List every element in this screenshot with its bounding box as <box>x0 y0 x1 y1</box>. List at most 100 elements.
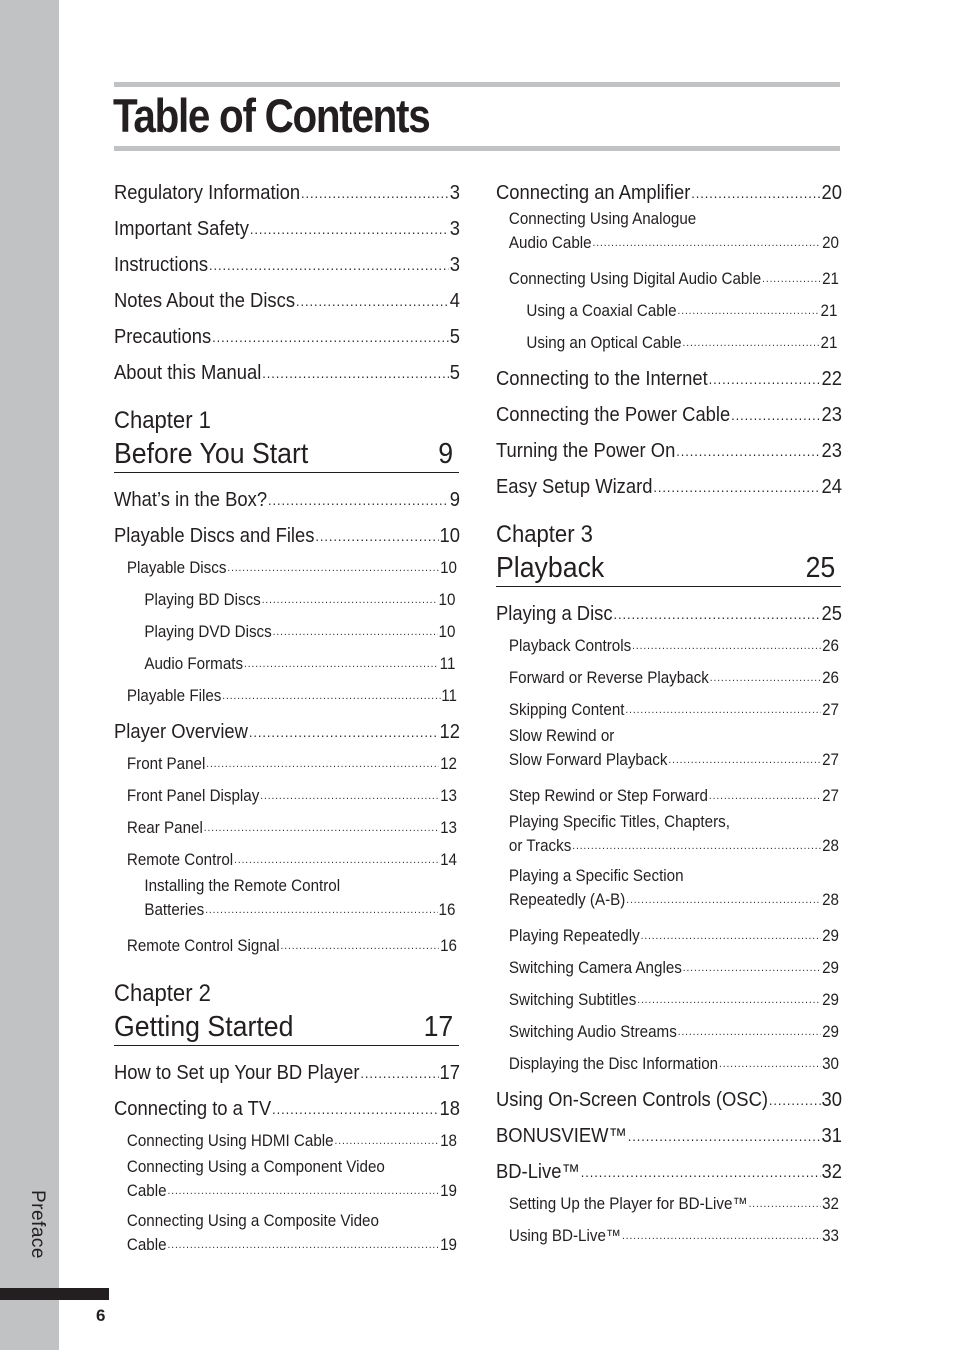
toc-entry-label: Switching Camera Angles <box>508 959 682 977</box>
toc-entry-level-1[interactable]: Playable Discs and Files 10 <box>114 515 460 551</box>
toc-entry-level-2[interactable]: Front Panel 12 <box>114 747 457 779</box>
toc-entry-level-2[interactable]: Slow Rewind or Slow Forward Playback 27 <box>496 725 839 779</box>
toc-entry-page: 24 <box>821 476 842 498</box>
toc-entry-level-2[interactable]: Skipping Content 27 <box>496 693 839 725</box>
toc-entry-level-3[interactable]: Playing DVD Discs 10 <box>114 615 455 647</box>
toc-entry-label: Precautions <box>114 326 212 348</box>
toc-entry-page: 5 <box>449 326 460 348</box>
toc-entry-level-1[interactable]: Notes About the Discs 4 <box>114 280 460 316</box>
toc-entry-level-1[interactable]: About this Manual 5 <box>114 352 460 388</box>
toc-entry-label: Player Overview <box>114 721 248 743</box>
toc-entry-level-1[interactable]: Connecting the Power Cable 23 <box>496 394 842 430</box>
toc-entry-label: Connecting to a TV <box>114 1098 272 1120</box>
toc-entry-page: 13 <box>440 787 457 805</box>
dot-leader <box>691 177 820 208</box>
toc-entry-level-1[interactable]: BONUSVIEW™ 31 <box>496 1115 842 1151</box>
dot-leader <box>581 1156 821 1187</box>
toc-entry-level-1[interactable]: Instructions 3 <box>114 244 460 280</box>
toc-entry-level-3[interactable]: Installing the Remote Control Batteries 16 <box>114 875 455 929</box>
dot-leader <box>205 897 437 921</box>
toc-entry-level-3[interactable]: Audio Formats 11 <box>114 647 455 679</box>
toc-entry-level-2[interactable]: Switching Subtitles 29 <box>496 983 839 1015</box>
toc-entry-level-1[interactable]: Easy Setup Wizard 24 <box>496 466 842 502</box>
dot-leader <box>262 583 438 615</box>
toc-entry-label: Using On-Screen Controls (OSC) <box>496 1089 769 1111</box>
toc-entry-level-2[interactable]: Playable Files 11 <box>114 679 457 711</box>
toc-entry-label: Switching Audio Streams <box>508 1023 677 1041</box>
toc-entry-level-2[interactable]: Using BD-Live™ 33 <box>496 1219 839 1251</box>
toc-entry-page: 29 <box>822 991 839 1009</box>
chapter-title: Getting Started <box>114 1011 294 1043</box>
toc-entry-level-2[interactable]: Connecting Using Analogue Audio Cable 20 <box>496 208 839 262</box>
toc-entry-level-1[interactable]: Player Overview 12 <box>114 711 460 747</box>
toc-entry-level-2[interactable]: Forward or Reverse Playback 26 <box>496 661 839 693</box>
toc-entry-level-1[interactable]: Connecting to the Internet 22 <box>496 358 842 394</box>
dot-leader <box>625 693 821 725</box>
toc-entry-level-2[interactable]: Displaying the Disc Information 30 <box>496 1047 839 1079</box>
toc-entry-page: 33 <box>822 1227 839 1245</box>
toc-entry-level-2[interactable]: Playback Controls 26 <box>496 629 839 661</box>
dot-leader <box>614 598 821 629</box>
toc-entry-level-1[interactable]: Precautions 5 <box>114 316 460 352</box>
toc-entry-level-1[interactable]: Regulatory Information 3 <box>114 172 460 208</box>
toc-entry-level-2[interactable]: Remote Control Signal 16 <box>114 929 457 961</box>
toc-entry-level-3[interactable]: Playing BD Discs 10 <box>114 583 455 615</box>
toc-entry-label: Playing a Disc <box>496 603 613 625</box>
toc-entry-level-2[interactable]: Playing a Specific Section Repeatedly (A-… <box>496 865 839 919</box>
toc-entry-level-2[interactable]: Connecting Using a Composite Video Cable 1… <box>114 1210 457 1264</box>
dot-leader <box>593 230 822 254</box>
chapter-2-heading[interactable]: Chapter 2 Getting Started 17 <box>114 979 459 1046</box>
toc-entry-level-2[interactable]: Step Rewind or Step Forward 27 <box>496 779 839 811</box>
toc-entry-page: 3 <box>449 182 460 204</box>
dot-leader <box>360 1057 438 1088</box>
toc-entry-level-2[interactable]: Playable Discs 10 <box>114 551 457 583</box>
toc-entry-label: Instructions <box>114 254 209 276</box>
chapter-3-heading[interactable]: Chapter 3 Playback 25 <box>496 520 841 587</box>
toc-entry-level-2[interactable]: Playing Specific Titles, Chapters, or Tra… <box>496 811 839 865</box>
toc-entry-level-1[interactable]: Using On-Screen Controls (OSC) 30 <box>496 1079 842 1115</box>
toc-entry-page: 16 <box>438 901 456 919</box>
toc-entry-label: BD-Live™ <box>496 1161 580 1183</box>
toc-entry-level-1[interactable]: Connecting to a TV 18 <box>114 1088 460 1124</box>
toc-entry-level-2[interactable]: Switching Audio Streams 29 <box>496 1015 839 1047</box>
chapter-1-heading[interactable]: Chapter 1 Before You Start 9 <box>114 406 459 473</box>
toc-entry-label: Connecting the Power Cable <box>496 404 731 426</box>
toc-entry-level-1[interactable]: Turning the Power On 23 <box>496 430 842 466</box>
title-rule-top <box>114 82 840 87</box>
toc-entry-level-1[interactable]: Important Safety 3 <box>114 208 460 244</box>
toc-entry-level-2[interactable]: Front Panel Display 13 <box>114 779 457 811</box>
toc-entry-level-2[interactable]: Connecting Using HDMI Cable 18 <box>114 1124 457 1156</box>
toc-entry-level-3[interactable]: Using a Coaxial Cable 21 <box>496 294 837 326</box>
toc-entry-page: 27 <box>822 787 839 805</box>
toc-entry-level-3[interactable]: Using an Optical Cable 21 <box>496 326 837 358</box>
side-tab-strip <box>0 0 59 1350</box>
toc-entry-level-1[interactable]: What’s in the Box? 9 <box>114 479 460 515</box>
toc-entry-level-2[interactable]: Rear Panel 13 <box>114 811 457 843</box>
toc-entry-level-1[interactable]: Connecting an Amplifier 20 <box>496 172 842 208</box>
toc-entry-label: What’s in the Box? <box>114 489 268 511</box>
dot-leader <box>628 1120 821 1151</box>
toc-entry-level-2[interactable]: Setting Up the Player for BD-Live™ 32 <box>496 1187 839 1219</box>
dot-leader <box>626 887 821 911</box>
chapter-title: Before You Start <box>114 438 309 470</box>
toc-entry-label: Connecting Using HDMI Cable <box>126 1132 334 1150</box>
toc-entry-label: Playable Discs and Files <box>114 525 315 547</box>
toc-entry-level-2[interactable]: Connecting Using Digital Audio Cable 21 <box>496 262 839 294</box>
dot-leader <box>315 520 438 551</box>
toc-entry-level-2[interactable]: Connecting Using a Component Video Cable 1… <box>114 1156 457 1210</box>
toc-entry-level-1[interactable]: How to Set up Your BD Player 17 <box>114 1052 460 1088</box>
toc-entry-level-2[interactable]: Switching Camera Angles 29 <box>496 951 839 983</box>
toc-entry-label: Easy Setup Wizard <box>496 476 653 498</box>
toc-entry-level-1[interactable]: Playing a Disc 25 <box>496 593 842 629</box>
toc-entry-level-2[interactable]: Remote Control 14 <box>114 843 457 875</box>
toc-entry-page: 25 <box>821 603 842 625</box>
toc-entry-level-1[interactable]: BD-Live™ 32 <box>496 1151 842 1187</box>
dot-leader <box>260 779 439 811</box>
toc-entry-page: 11 <box>439 655 456 673</box>
dot-leader <box>572 833 821 857</box>
toc-entry-page: 14 <box>440 851 457 869</box>
page-number: 6 <box>96 1306 106 1325</box>
dot-leader <box>641 919 822 951</box>
toc-entry-page: 13 <box>440 819 457 837</box>
toc-entry-level-2[interactable]: Playing Repeatedly 29 <box>496 919 839 951</box>
